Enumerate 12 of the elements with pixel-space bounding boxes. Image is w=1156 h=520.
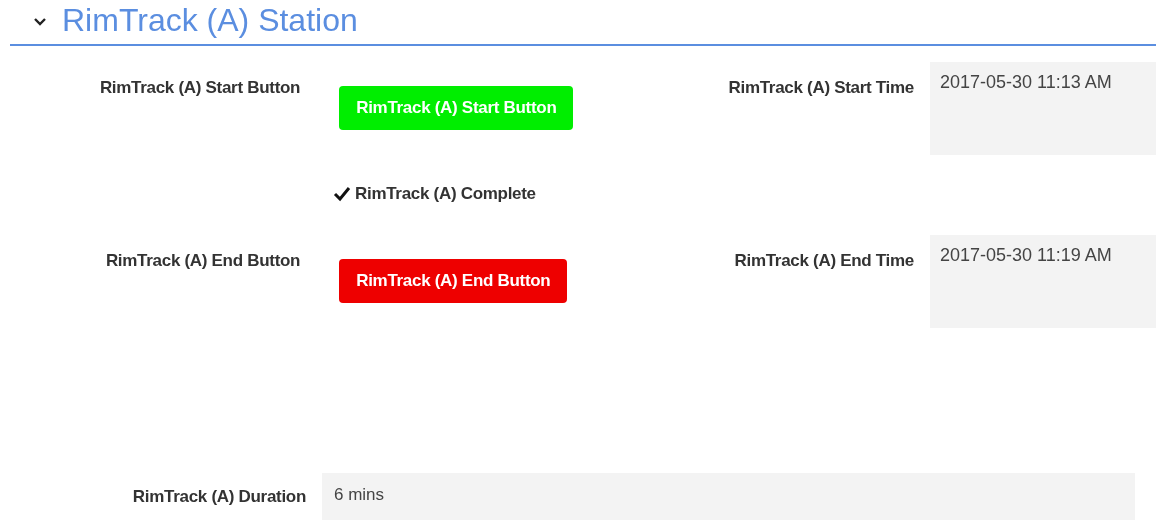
duration-field[interactable]: 6 mins (322, 473, 1135, 520)
field-label: RimTrack (A) Start Button (98, 77, 301, 99)
time-field[interactable]: 2017-05-30 11:13 AM (930, 62, 1156, 156)
check-icon[interactable] (333, 185, 351, 204)
field-label: RimTrack (A) Duration (131, 486, 306, 507)
end-button[interactable]: RimTrack (A) End Button (339, 259, 568, 303)
field-label: RimTrack (A) End Time (733, 250, 914, 271)
section-title: RimTrack (A) Station (62, 1, 358, 40)
checkbox-label: RimTrack (A) Complete (355, 184, 536, 205)
time-field[interactable]: 2017-05-30 11:19 AM (930, 235, 1156, 328)
field-label: RimTrack (A) Start Time (727, 77, 914, 99)
field-label: RimTrack (A) End Button (104, 250, 301, 271)
